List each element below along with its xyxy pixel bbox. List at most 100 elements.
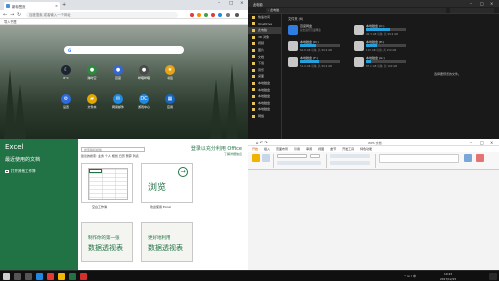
nav-item[interactable]: 桌面: [248, 73, 281, 80]
shortcut-tile[interactable]: ★ 书签: [162, 65, 178, 80]
paste-icon[interactable]: [252, 154, 260, 162]
nav-item[interactable]: 3D 对象: [248, 34, 281, 41]
shortcut-tile[interactable]: ● 百度: [110, 65, 126, 80]
excel-icon[interactable]: [69, 273, 76, 280]
extension-icon[interactable]: [197, 12, 201, 17]
reload-icon[interactable]: ↻: [17, 12, 21, 18]
drive-item[interactable]: 本地磁盘 (G:) 87.1 GB 可用, 共 100 GB: [354, 56, 412, 68]
ribbon-tab[interactable]: 特色功能: [360, 147, 372, 151]
format-icon[interactable]: [262, 154, 270, 162]
clock-time[interactable]: 10:23: [444, 272, 452, 276]
taskview-icon[interactable]: [25, 273, 32, 280]
quick-access-toolbar[interactable]: ⌂ ↶ ↷: [256, 140, 268, 145]
ribbon-tab[interactable]: 开发工具: [342, 147, 354, 151]
edge-icon[interactable]: [36, 273, 43, 280]
system-tray[interactable]: ^ ⊡ ♪ 中: [404, 274, 416, 278]
notifications-icon[interactable]: [489, 273, 497, 280]
template-pivot-first[interactable]: 制作你的第一张 数据透视表: [81, 222, 133, 262]
nav-item[interactable]: 本地磁盘: [248, 80, 281, 87]
open-other-link[interactable]: 打开其他工作簿: [5, 169, 36, 174]
document-canvas[interactable]: [248, 170, 499, 270]
shortcut-tile[interactable]: ✉ 网易邮件: [110, 94, 126, 109]
styles-gallery[interactable]: [379, 154, 459, 163]
minimize-button[interactable]: –: [218, 1, 220, 6]
user-icon[interactable]: [226, 12, 230, 17]
paragraph-buttons[interactable]: [330, 154, 370, 158]
ribbon-tab[interactable]: 视图: [318, 147, 324, 151]
nav-item[interactable]: 网络: [248, 113, 281, 120]
maximize-button[interactable]: □: [480, 1, 484, 6]
bookmark-item[interactable]: 导入书签: [4, 19, 17, 24]
chrome-icon[interactable]: [47, 273, 54, 280]
suggested-searches[interactable]: 建议的搜索: 业务 个人 规划 日历 预算 列表: [81, 154, 139, 158]
signin-link[interactable]: 登录以充分利用 Office: [191, 145, 242, 152]
drive-item[interactable]: 百度网盘 双击运行百度网盘: [288, 24, 346, 36]
back-icon[interactable]: ←: [3, 12, 7, 18]
font-style-buttons[interactable]: [277, 161, 321, 165]
shortcut-tile[interactable]: ☾ 6°C: [58, 65, 74, 80]
nav-item[interactable]: 本地磁盘: [248, 100, 281, 107]
new-tab-button[interactable]: +: [62, 2, 66, 8]
nav-item[interactable]: 快速访问: [248, 14, 281, 21]
search-icon[interactable]: [14, 273, 21, 280]
ribbon-tab[interactable]: 开始: [252, 147, 258, 151]
extension-icon[interactable]: [211, 12, 215, 17]
drive-item[interactable]: 本地磁盘 (E:) 110 GB 可用, 共 150 GB: [354, 40, 412, 52]
browser-tab[interactable]: 新标签页 ×: [4, 2, 60, 10]
explorer-search-input[interactable]: [450, 8, 494, 13]
ribbon-tab[interactable]: 引用: [294, 147, 300, 151]
ribbon-tab[interactable]: 章节: [330, 147, 336, 151]
explorer-address-bar[interactable]: › 此电脑: [266, 8, 446, 13]
start-icon[interactable]: [3, 273, 10, 280]
drive-item[interactable]: 本地磁盘 (D:) 60.8 GB 可用, 共 99.9 GB: [288, 40, 346, 52]
shortcut-tile[interactable]: ▰ 文件夹: [84, 94, 100, 109]
font-size-select[interactable]: [310, 154, 320, 158]
nav-item[interactable]: 本地磁盘: [248, 87, 281, 94]
close-button[interactable]: ×: [490, 140, 493, 145]
wps-icon[interactable]: [80, 273, 87, 280]
find-icon[interactable]: [464, 154, 472, 162]
explorer-icon[interactable]: [58, 273, 65, 280]
maximize-button[interactable]: □: [229, 1, 233, 6]
nav-item[interactable]: 文档: [248, 54, 281, 61]
nav-item[interactable]: OneDrive: [248, 21, 281, 28]
template-search-input[interactable]: 搜索联机模板: [81, 147, 145, 152]
nav-item[interactable]: 音乐: [248, 67, 281, 74]
ribbon-tab[interactable]: 审阅: [306, 147, 312, 151]
search-box[interactable]: G: [64, 46, 184, 54]
shortcut-tile[interactable]: ● 哔哩哔哩: [136, 65, 152, 80]
ribbon-tab[interactable]: 插入: [264, 147, 270, 151]
ribbon-tab[interactable]: 页面布局: [276, 147, 288, 151]
drive-item[interactable]: 本地磁盘 (F:) 51.9 GB 可用, 共 99.9 GB: [288, 56, 346, 68]
select-icon[interactable]: [476, 154, 484, 162]
clock-date[interactable]: 2017/12/15: [440, 277, 456, 281]
shortcut-tile[interactable]: DC 游戏中心: [136, 94, 152, 109]
tab-close-icon[interactable]: ×: [55, 4, 58, 8]
learn-more-link[interactable]: 了解详细信息: [224, 152, 242, 156]
nav-item[interactable]: 视频: [248, 40, 281, 47]
minimize-button[interactable]: –: [470, 140, 472, 145]
shortcut-tile[interactable]: ⚙ 设置: [58, 94, 74, 109]
shortcut-tile[interactable]: ● 跨时空: [84, 65, 100, 80]
minimize-button[interactable]: –: [470, 1, 472, 6]
drive-item[interactable]: 本地磁盘 (C:) 40.3 GB 可用, 共 99.9 GB: [354, 24, 412, 36]
template-blank-workbook[interactable]: [81, 163, 133, 203]
close-button[interactable]: ×: [490, 1, 493, 6]
nav-item[interactable]: 本地磁盘: [248, 106, 281, 113]
nav-item[interactable]: 本地磁盘: [248, 93, 281, 100]
template-tour[interactable]: → 浏览: [141, 163, 193, 203]
template-pivot-better[interactable]: 更好地利用 数据透视表: [141, 222, 193, 262]
extension-icon[interactable]: [204, 12, 208, 17]
nav-item[interactable]: 此电脑: [248, 27, 281, 34]
forward-icon[interactable]: →: [10, 12, 14, 18]
alignment-buttons[interactable]: [330, 161, 370, 165]
extension-icon[interactable]: [218, 12, 222, 17]
nav-item[interactable]: 下载: [248, 60, 281, 67]
nav-item[interactable]: 图片: [248, 47, 281, 54]
shortcut-tile[interactable]: ▦ 应用: [162, 94, 178, 109]
address-bar[interactable]: 百度搜索,或者输入一个网址: [26, 11, 178, 18]
close-button[interactable]: ×: [240, 1, 244, 6]
maximize-button[interactable]: □: [480, 140, 484, 145]
font-select[interactable]: [277, 154, 307, 158]
extension-icon[interactable]: [190, 12, 194, 17]
